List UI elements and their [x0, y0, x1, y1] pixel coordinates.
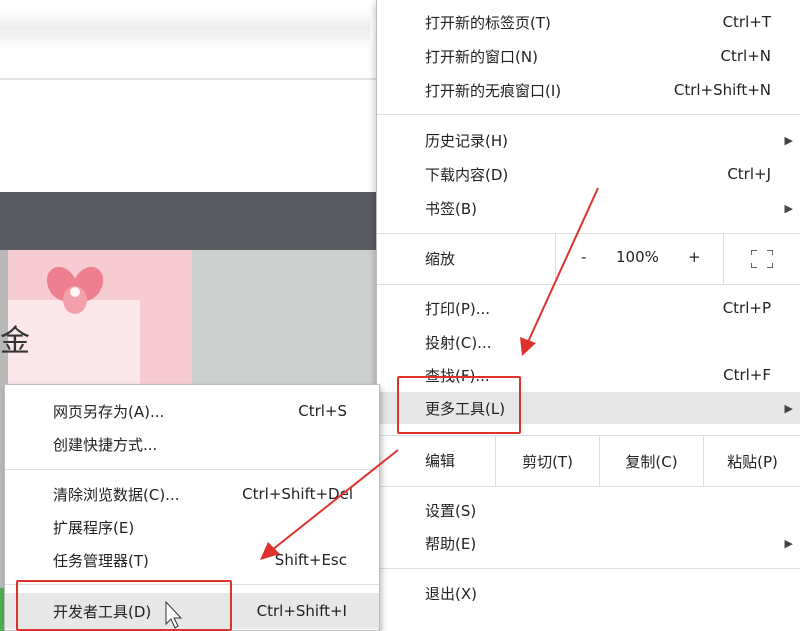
menu-item-label: 网页另存为(A)... [53, 402, 165, 421]
menu-item-shortcut: Ctrl+Shift+Del [242, 485, 353, 503]
menu-separator [377, 284, 800, 285]
menu-item-print[interactable]: 打印(P)... Ctrl+P [377, 292, 800, 324]
header-divider [0, 78, 376, 80]
menu-item-shortcut: Ctrl+F [723, 366, 771, 384]
zoom-in-button[interactable]: + [688, 248, 701, 266]
submenu-item-save-page[interactable]: 网页另存为(A)... Ctrl+S [5, 395, 379, 427]
menu-item-label: 打开新的窗口(N) [425, 47, 538, 66]
menu-item-label: 投射(C)... [425, 333, 492, 352]
submenu-arrow-icon: ▶ [784, 536, 793, 550]
dev-tools-highlight-box [16, 580, 232, 631]
menu-item-shortcut: Shift+Esc [274, 551, 347, 569]
more-tools-highlight-box [397, 376, 521, 434]
submenu-item-extensions[interactable]: 扩展程序(E) [5, 511, 379, 543]
menu-item-label: 下载内容(D) [425, 165, 509, 184]
submenu-item-clear-data[interactable]: 清除浏览数据(C)... Ctrl+Shift+Del [5, 478, 379, 510]
paste-button[interactable]: 粘贴(P) [703, 436, 800, 486]
menu-item-shortcut: Ctrl+N [720, 47, 771, 65]
blurred-header [0, 10, 370, 50]
menu-item-label: 书签(B) [425, 199, 477, 218]
menu-item-help[interactable]: 帮助(E) ▶ [377, 527, 800, 559]
menu-item-shortcut: Ctrl+P [722, 299, 771, 317]
menu-item-label: 设置(S) [425, 501, 477, 520]
menu-item-label: 创建快捷方式... [53, 435, 158, 454]
menu-item-label: 扩展程序(E) [53, 518, 135, 537]
menu-item-settings[interactable]: 设置(S) [377, 494, 800, 526]
menu-item-bookmarks[interactable]: 书签(B) ▶ [377, 192, 800, 224]
menu-item-cast[interactable]: 投射(C)... [377, 326, 800, 358]
partial-heading-char: 金 [0, 324, 30, 359]
menu-separator [5, 469, 379, 470]
menu-item-shortcut: Ctrl+T [722, 13, 771, 31]
menu-item-new-window[interactable]: 打开新的窗口(N) Ctrl+N [377, 40, 800, 72]
zoom-row: 缩放 - 100% + [377, 234, 800, 284]
menu-item-label: 任务管理器(T) [53, 551, 149, 570]
flower-icon [46, 266, 104, 314]
edit-label: 编辑 [425, 452, 456, 470]
edit-row: 编辑 剪切(T) 复制(C) 粘贴(P) [377, 436, 800, 486]
menu-item-label: 历史记录(H) [425, 131, 508, 150]
menu-item-label: 打印(P)... [425, 299, 491, 318]
menu-item-history[interactable]: 历史记录(H) ▶ [377, 124, 800, 156]
menu-item-label: 打开新的无痕窗口(I) [425, 81, 562, 100]
menu-separator [377, 568, 800, 569]
dark-nav-bar [0, 192, 376, 250]
menu-item-label: 打开新的标签页(T) [425, 13, 551, 32]
menu-item-new-tab[interactable]: 打开新的标签页(T) Ctrl+T [377, 6, 800, 38]
menu-separator [377, 486, 800, 487]
chrome-main-menu: 打开新的标签页(T) Ctrl+T 打开新的窗口(N) Ctrl+N 打开新的无… [376, 0, 800, 631]
menu-item-label: 帮助(E) [425, 534, 477, 553]
submenu-item-create-shortcut[interactable]: 创建快捷方式... [5, 428, 379, 460]
menu-separator [377, 114, 800, 115]
menu-item-shortcut: Ctrl+Shift+I [256, 602, 347, 620]
submenu-arrow-icon: ▶ [784, 401, 793, 415]
menu-item-shortcut: Ctrl+J [727, 165, 771, 183]
zoom-out-button[interactable]: - [581, 248, 586, 266]
zoom-label: 缩放 [425, 250, 456, 268]
copy-button[interactable]: 复制(C) [599, 436, 703, 486]
submenu-arrow-icon: ▶ [784, 201, 793, 215]
menu-item-label: 清除浏览数据(C)... [53, 485, 180, 504]
submenu-item-task-manager[interactable]: 任务管理器(T) Shift+Esc [5, 544, 379, 576]
menu-item-downloads[interactable]: 下载内容(D) Ctrl+J [377, 158, 800, 190]
cut-button[interactable]: 剪切(T) [495, 436, 599, 486]
menu-item-incognito[interactable]: 打开新的无痕窗口(I) Ctrl+Shift+N [377, 74, 800, 106]
menu-item-shortcut: Ctrl+S [298, 402, 347, 420]
fullscreen-icon[interactable] [751, 250, 773, 268]
menu-item-exit[interactable]: 退出(X) [377, 577, 800, 609]
menu-item-label: 退出(X) [425, 584, 477, 603]
menu-item-shortcut: Ctrl+Shift+N [673, 81, 771, 99]
zoom-level: 100% [616, 248, 659, 266]
submenu-arrow-icon: ▶ [784, 133, 793, 147]
